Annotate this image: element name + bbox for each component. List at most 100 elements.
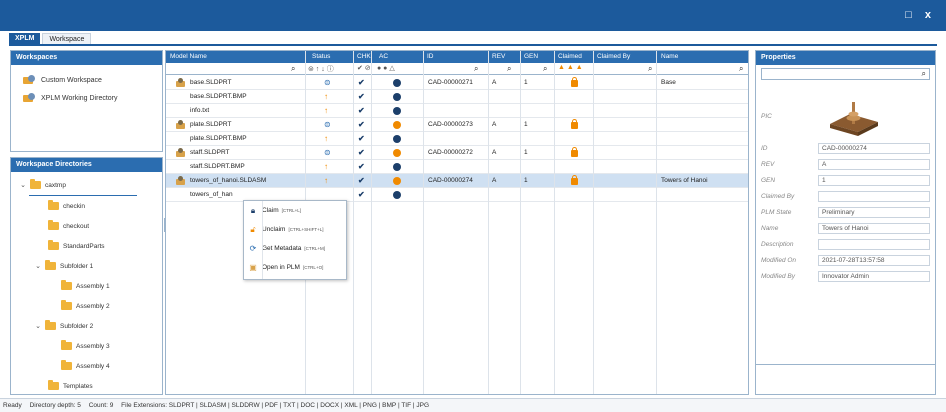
col-claimed[interactable]: Claimed [558, 53, 582, 60]
property-row: Description [761, 239, 930, 251]
table-row[interactable]: plate.SLDPRT ⊜ ✔ CAD-00000273 A 1 [166, 118, 748, 132]
menu-item-get-metadata[interactable]: ⟳ Get Metadata [CTRL+M] [244, 239, 346, 258]
ac-filter-icons[interactable]: ● ● △ [377, 64, 395, 72]
property-label: ID [761, 145, 768, 152]
table-row[interactable]: base.SLDPRT.BMP ↑ ✔ [166, 90, 748, 104]
col-status[interactable]: Status [312, 53, 330, 60]
model-name-cell: base.SLDPRT [190, 79, 232, 86]
id-cell: CAD-00000272 [428, 149, 473, 156]
col-id[interactable]: ID [427, 53, 434, 60]
tree-item-assembly-1[interactable]: Assembly 1 [11, 276, 162, 296]
menu-item-unclaim[interactable]: 🔓︎ Unclaim [CTRL+SHIFT+L] [244, 220, 346, 239]
property-value-field[interactable]: Towers of Hanoi [818, 223, 930, 234]
workspaces-panel: Workspaces Custom Workspace XPLM Working… [10, 50, 163, 152]
col-chk[interactable]: CHK [357, 53, 371, 60]
workspace-item-xplm[interactable]: XPLM Working Directory [11, 89, 162, 107]
status-same-icon: ⊜ [324, 78, 331, 87]
menu-label: Open in PLM [262, 264, 300, 271]
property-value-field[interactable] [818, 191, 930, 202]
chk-filter-icons[interactable]: ✔ ⊘ [357, 64, 371, 72]
status-modified-icon: ↑ [324, 92, 328, 101]
tree-item-checkin[interactable]: checkin [11, 196, 162, 216]
search-icon[interactable]: ⌕ [507, 64, 511, 74]
chevron-down-icon[interactable]: ⌄ [19, 181, 27, 189]
tree-item-assembly-2[interactable]: Assembly 2 [11, 296, 162, 316]
property-label: Modified On [761, 257, 797, 264]
window-titlebar: □ x [0, 0, 946, 31]
table-row[interactable]: base.SLDPRT ⊜ ✔ CAD-00000271 A 1 Base [166, 76, 748, 90]
menu-item-open-in-plm[interactable]: ▣ Open in PLM [CTRL+O] [244, 258, 346, 277]
property-value-field[interactable]: Preliminary [818, 207, 930, 218]
search-icon[interactable]: ⌕ [648, 64, 652, 74]
check-icon: ✔ [358, 190, 365, 199]
menu-shortcut: [CTRL+O] [302, 265, 324, 270]
status-same-icon: ⊜ [324, 120, 331, 129]
col-ac[interactable]: AC [379, 53, 388, 60]
workspace-item-custom[interactable]: Custom Workspace [11, 71, 162, 89]
col-model-name[interactable]: Model Name [170, 53, 207, 60]
menu-label: Claim [262, 207, 279, 214]
property-value-field[interactable] [818, 239, 930, 250]
tree-item-assembly-3[interactable]: Assembly 3 [11, 336, 162, 356]
property-label: Description [761, 241, 794, 248]
properties-header: Properties [756, 51, 935, 65]
menu-item-claim[interactable]: 🔒︎ Claim [CTRL+L] [244, 201, 346, 220]
search-icon[interactable]: ⌕ [739, 64, 743, 74]
chevron-down-icon[interactable]: ⌄ [34, 322, 42, 330]
tree-item-subfolder-1[interactable]: ⌄ Subfolder 1 [11, 256, 162, 276]
table-row[interactable]: plate.SLDPRT.BMP ↑ ✔ [166, 132, 748, 146]
table-row[interactable]: towers_of_hanoi.SLDASM ↑ ✔ CAD-00000274 A 1 To… [166, 174, 748, 188]
status-filter-icons[interactable]: ⊜ ↑ ↓ ⓘ [308, 64, 334, 74]
ac-warning-icon [393, 149, 401, 157]
tree-item-subfolder-2[interactable]: ⌄ Subfolder 2 [11, 316, 162, 336]
workspaces-header: Workspaces [11, 51, 162, 65]
search-icon[interactable]: ⌕ [474, 64, 478, 74]
property-value-field[interactable]: 2021-07-28T13:57:58 [818, 255, 930, 266]
name-cell: Towers of Hanoi [661, 177, 708, 184]
claimed-filter-icons[interactable]: ▲ ▲ ▲ [558, 64, 583, 71]
refresh-icon: ⟳ [249, 244, 257, 253]
tree-item-checkout[interactable]: checkout [11, 216, 162, 236]
col-claimed-by[interactable]: Claimed By [597, 53, 630, 60]
ac-warning-icon [393, 121, 401, 129]
table-row[interactable]: staff.SLDPRT.BMP ↑ ✔ [166, 160, 748, 174]
model-name-cell: towers_of_han [190, 191, 233, 198]
ac-ok-icon [393, 135, 401, 143]
property-row: REV A [761, 159, 930, 171]
properties-panel: Properties ⌕ PIC ID CAD-00000274 REV A GEN 1 C… [755, 50, 936, 395]
table-row[interactable]: info.txt ↑ ✔ [166, 104, 748, 118]
property-value-field[interactable]: 1 [818, 175, 930, 186]
properties-search-input[interactable]: ⌕ [761, 68, 930, 80]
window-controls[interactable]: □ x [905, 9, 936, 21]
check-icon: ✔ [358, 106, 365, 115]
tree-item-standardparts[interactable]: StandardParts [11, 236, 162, 256]
folder-icon [45, 320, 56, 330]
check-icon: ✔ [358, 148, 365, 157]
property-row: Name Towers of Hanoi [761, 223, 930, 235]
property-row: Claimed By [761, 191, 930, 203]
rev-cell: A [492, 121, 497, 128]
tree-item-assembly-4[interactable]: Assembly 4 [11, 356, 162, 376]
chevron-down-icon[interactable]: ⌄ [34, 262, 42, 270]
tree-label: Assembly 1 [76, 282, 110, 290]
ac-ok-icon [393, 163, 401, 171]
col-gen[interactable]: GEN [524, 53, 538, 60]
tree-label: Assembly 3 [76, 342, 110, 350]
folder-icon [61, 300, 72, 310]
property-value-field[interactable]: CAD-00000274 [818, 143, 930, 154]
property-value-field[interactable]: A [818, 159, 930, 170]
search-icon[interactable]: ⌕ [543, 64, 547, 74]
search-icon[interactable]: ⌕ [291, 64, 295, 74]
folder-icon [48, 200, 59, 210]
tree-item-templates[interactable]: Templates [11, 376, 162, 394]
col-name[interactable]: Name [661, 53, 678, 60]
pic-label: PIC [761, 113, 772, 120]
status-bar: Ready Directory depth: 5 Count: 9 File E… [0, 398, 946, 412]
tree-item-caxtmp[interactable]: ⌄ caxtmp [11, 175, 162, 195]
workspace-label: Custom Workspace [41, 76, 102, 84]
property-value-field[interactable]: Innovator Admin [818, 271, 930, 282]
table-row[interactable]: staff.SLDPRT ⊜ ✔ CAD-00000272 A 1 [166, 146, 748, 160]
model-name-cell: staff.SLDPRT [190, 149, 230, 156]
gen-cell: 1 [524, 177, 528, 184]
col-rev[interactable]: REV [492, 53, 505, 60]
